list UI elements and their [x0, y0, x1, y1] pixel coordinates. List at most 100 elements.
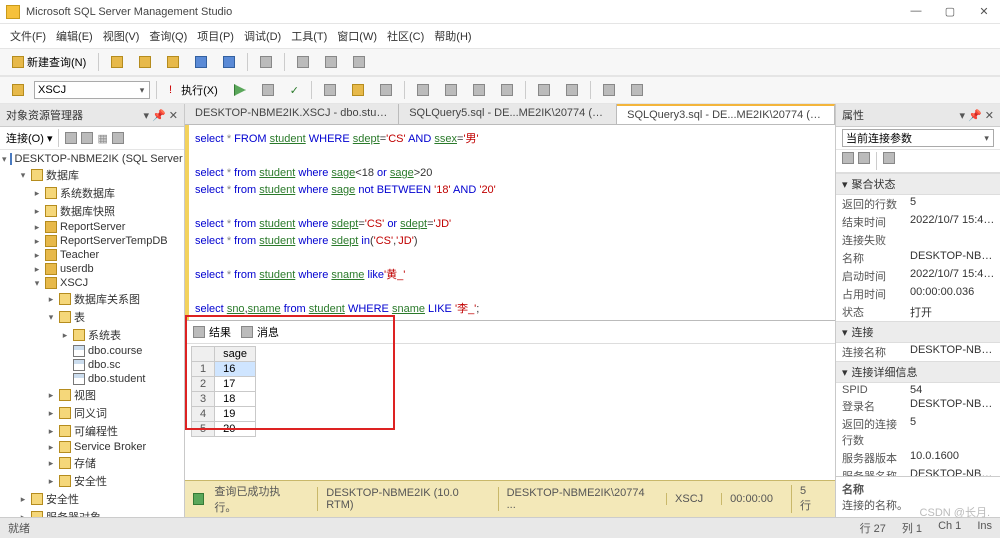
menu-item[interactable]: 工具(T): [287, 26, 331, 46]
tree-node[interactable]: ▸系统表: [0, 326, 184, 344]
menu-item[interactable]: 视图(V): [99, 26, 144, 46]
tree-node[interactable]: dbo.student: [0, 372, 184, 386]
props-page-icon[interactable]: [883, 152, 895, 164]
editor-tab[interactable]: SQLQuery5.sql - DE...ME2IK\20774 (52))*: [399, 104, 617, 124]
oe-ico3[interactable]: ▦: [97, 132, 107, 145]
maximize-button[interactable]: ▢: [940, 5, 960, 18]
props-row[interactable]: 启动时间2022/10/7 15:49:23: [836, 267, 1000, 285]
tree-root[interactable]: ▾DESKTOP-NBME2IK (SQL Server 10.0.160…: [0, 152, 184, 166]
tree-node[interactable]: ▸存储: [0, 454, 184, 472]
tree-node[interactable]: ▸视图: [0, 386, 184, 404]
oe-ico1[interactable]: [65, 132, 77, 144]
tree-node[interactable]: ▾XSCJ: [0, 276, 184, 290]
tb-button[interactable]: [346, 81, 370, 99]
editor-tab[interactable]: DESKTOP-NBME2IK.XSCJ - dbo.student: [185, 104, 399, 124]
menu-item[interactable]: 项目(P): [193, 26, 238, 46]
activity-button[interactable]: [254, 53, 278, 71]
sql-editor[interactable]: select * FROM student WHERE sdept='CS' A…: [185, 125, 835, 320]
oe-ico2[interactable]: [81, 132, 93, 144]
database-input[interactable]: [35, 84, 135, 96]
stop-button[interactable]: [256, 81, 280, 99]
tk-button[interactable]: [625, 81, 649, 99]
props-row[interactable]: 登录名DESKTOP-NBME2IK: [836, 397, 1000, 415]
props-category[interactable]: ▾连接: [836, 321, 1000, 343]
connect-button[interactable]: 连接(O) ▾: [6, 130, 52, 146]
props-category[interactable]: ▾连接详细信息: [836, 361, 1000, 383]
tree-node[interactable]: ▸数据库快照: [0, 202, 184, 220]
db-icon[interactable]: [6, 81, 30, 99]
chevron-down-icon[interactable]: ▾: [980, 133, 993, 144]
menu-item[interactable]: 编辑(E): [52, 26, 97, 46]
results-tab[interactable]: 结果: [193, 324, 231, 340]
tree-node[interactable]: ▸Service Broker: [0, 440, 184, 454]
list-button[interactable]: [291, 53, 315, 71]
props-combo[interactable]: ▾: [842, 129, 994, 147]
ti-button[interactable]: [560, 81, 584, 99]
tf-button[interactable]: [467, 81, 491, 99]
props-row[interactable]: 状态打开: [836, 303, 1000, 321]
props-row[interactable]: 名称DESKTOP-NBME2IK: [836, 249, 1000, 267]
te-button[interactable]: [439, 81, 463, 99]
tree-node[interactable]: ▸可编程性: [0, 422, 184, 440]
tg-button[interactable]: [495, 81, 519, 99]
open-button[interactable]: [105, 53, 129, 71]
tree-node[interactable]: ▸ReportServerTempDB: [0, 234, 184, 248]
props-row[interactable]: 结束时间2022/10/7 15:49:23: [836, 213, 1000, 231]
messages-tab[interactable]: 消息: [241, 324, 279, 340]
tree-node[interactable]: ▾数据库: [0, 166, 184, 184]
new-query-button[interactable]: 新建查询(N): [6, 51, 92, 73]
tree-node[interactable]: ▸userdb: [0, 262, 184, 276]
chevron-down-icon[interactable]: ▾: [135, 85, 149, 96]
tree-node[interactable]: ▸ReportServer: [0, 220, 184, 234]
database-combo[interactable]: ▾: [34, 81, 150, 99]
tc-button[interactable]: [374, 81, 398, 99]
tj-button[interactable]: [597, 81, 621, 99]
debug-button[interactable]: [228, 81, 252, 99]
save-button[interactable]: [189, 53, 213, 71]
props-row[interactable]: 返回的连接行数5: [836, 415, 1000, 449]
tree-node[interactable]: ▸安全性: [0, 472, 184, 490]
props-category[interactable]: ▾聚合状态: [836, 173, 1000, 195]
tree-node[interactable]: ▾表: [0, 308, 184, 326]
tree-node[interactable]: ▸服务器对象: [0, 508, 184, 517]
th-button[interactable]: [532, 81, 556, 99]
menu-item[interactable]: 查询(Q): [145, 26, 191, 46]
props-row[interactable]: 服务器名称DESKTOP-NBME2IK: [836, 467, 1000, 476]
close-button[interactable]: ✕: [974, 5, 994, 18]
menu-item[interactable]: 窗口(W): [333, 26, 381, 46]
menu-item[interactable]: 调试(D): [240, 26, 285, 46]
props-cat-icon[interactable]: [842, 152, 854, 164]
props-az-icon[interactable]: [858, 152, 870, 164]
properties-grid[interactable]: ▾聚合状态返回的行数5结束时间2022/10/7 15:49:23连接失败名称D…: [836, 173, 1000, 476]
props-row[interactable]: 占用时间00:00:00.036: [836, 285, 1000, 303]
saveall-button[interactable]: [217, 53, 241, 71]
props-close[interactable]: ▾ 📌 ✕: [959, 109, 994, 122]
object-explorer-tree[interactable]: ▾DESKTOP-NBME2IK (SQL Server 10.0.160…▾数…: [0, 150, 184, 517]
tool2-button[interactable]: [347, 53, 371, 71]
open3-button[interactable]: [161, 53, 185, 71]
td-button[interactable]: [411, 81, 435, 99]
tool1-button[interactable]: [319, 53, 343, 71]
minimize-button[interactable]: —: [906, 5, 926, 18]
open2-button[interactable]: [133, 53, 157, 71]
ta-button[interactable]: [318, 81, 342, 99]
tree-node[interactable]: ▸安全性: [0, 490, 184, 508]
props-row[interactable]: 连接失败: [836, 231, 1000, 249]
editor-tab[interactable]: SQLQuery3.sql - DE...ME2IK\20774 (54))*: [617, 104, 835, 124]
results-grid[interactable]: sage116217318419520: [191, 346, 256, 437]
props-row[interactable]: 服务器版本10.0.1600: [836, 449, 1000, 467]
props-row[interactable]: 连接名称DESKTOP-NBME2IK: [836, 343, 1000, 361]
tree-node[interactable]: dbo.course: [0, 344, 184, 358]
menu-item[interactable]: 文件(F): [6, 26, 50, 46]
props-row[interactable]: 返回的行数5: [836, 195, 1000, 213]
props-row[interactable]: SPID54: [836, 383, 1000, 397]
execute-button[interactable]: ! 执行(X): [163, 79, 224, 101]
panel-buttons[interactable]: ▾ 📌 ✕: [143, 109, 178, 122]
menu-item[interactable]: 社区(C): [383, 26, 428, 46]
oe-ico4[interactable]: [112, 132, 124, 144]
tree-node[interactable]: ▸同义词: [0, 404, 184, 422]
tree-node[interactable]: ▸系统数据库: [0, 184, 184, 202]
tree-node[interactable]: ▸数据库关系图: [0, 290, 184, 308]
tree-node[interactable]: dbo.sc: [0, 358, 184, 372]
tree-node[interactable]: ▸Teacher: [0, 248, 184, 262]
